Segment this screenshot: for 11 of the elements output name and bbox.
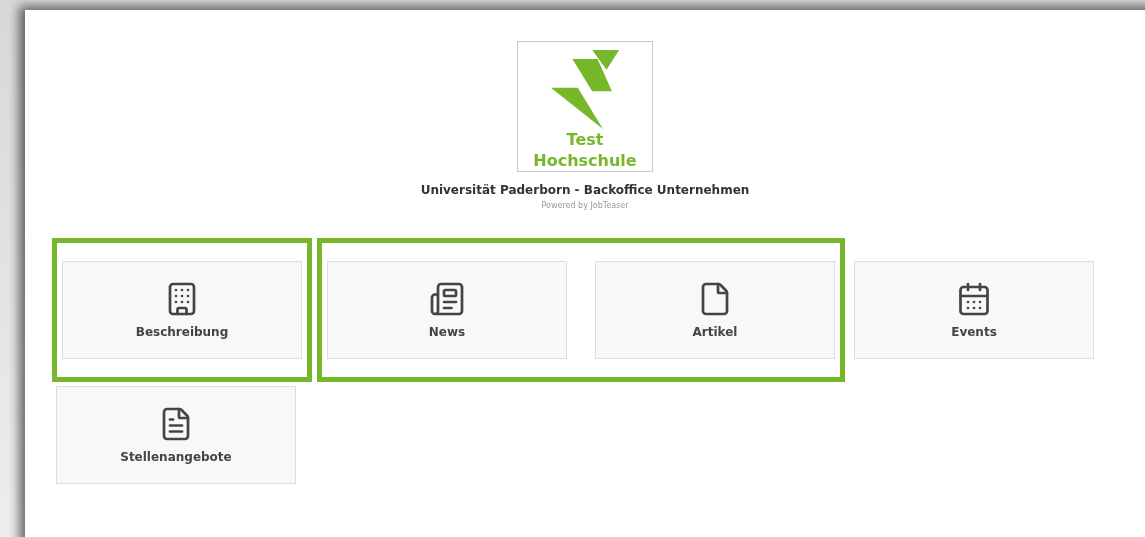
menu-tile[interactable]: Stellenangebote xyxy=(56,386,296,484)
logo-text: Hochschule xyxy=(533,150,637,171)
menu-tile[interactable]: Events xyxy=(854,261,1094,359)
newspaper-icon xyxy=(429,281,465,317)
powered-by-text: Powered by JobTeaser xyxy=(541,201,629,210)
calendar-icon xyxy=(956,281,992,317)
page-title: Universität Paderborn - Backoffice Unternehmen xyxy=(420,183,750,197)
logo-text: Test xyxy=(566,129,604,150)
menu-tile[interactable]: Artikel xyxy=(595,261,835,359)
menu-tile[interactable]: News xyxy=(327,261,567,359)
menu-tile[interactable]: Beschreibung xyxy=(62,261,302,359)
